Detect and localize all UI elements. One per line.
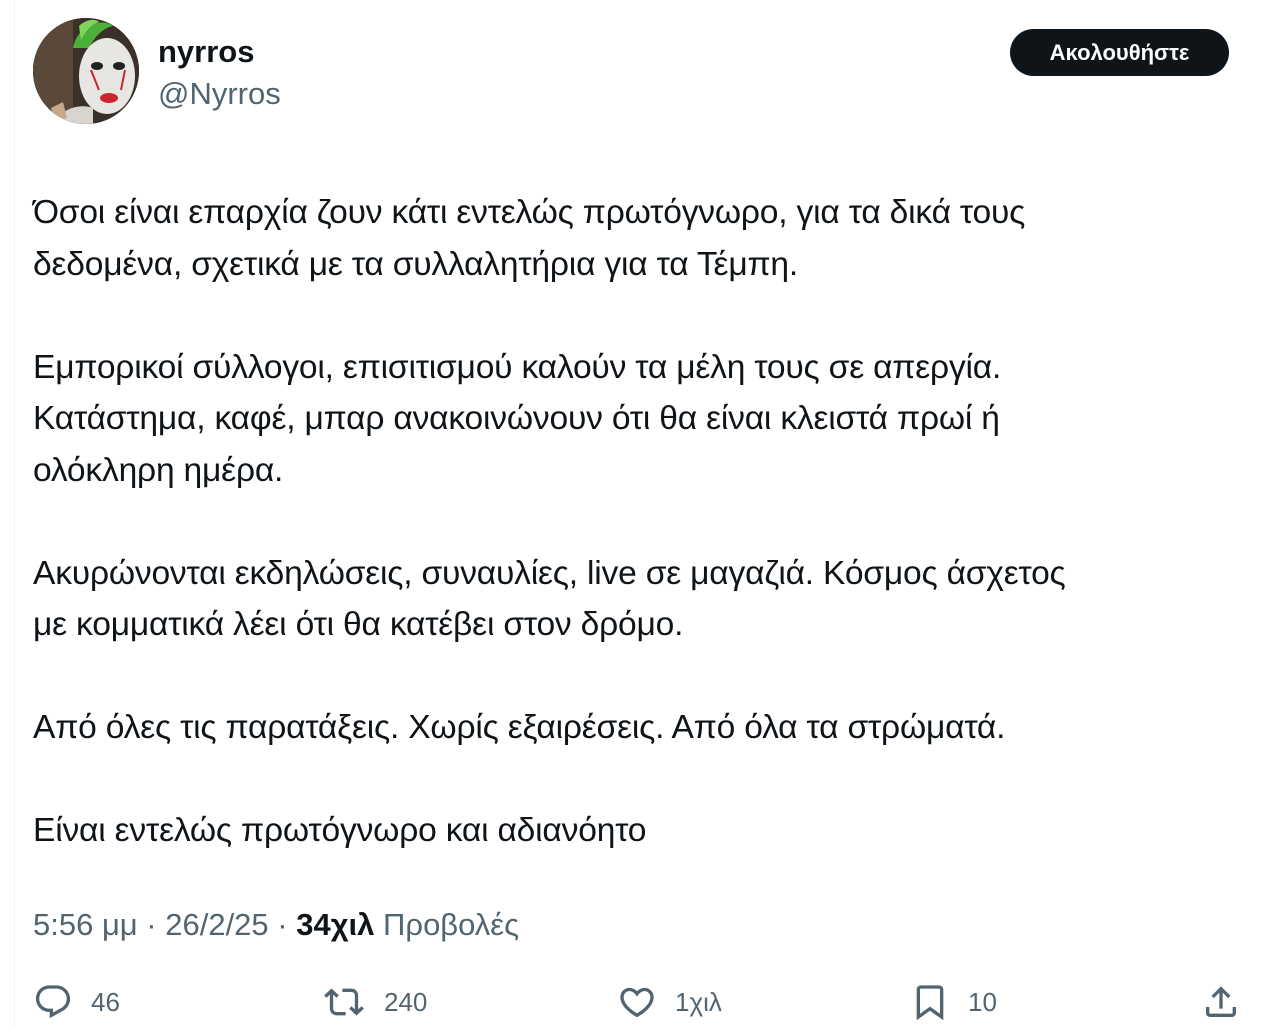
views-label: Προβολές [383,907,520,942]
avatar[interactable] [33,18,139,124]
meta-separator: · [268,907,297,942]
bookmark-count: 10 [968,986,997,1017]
tweet-line: Από όλες τις παρατάξεις. Χωρίς εξαιρέσει… [33,709,1006,746]
bookmark-icon [916,985,944,1021]
tweet-time[interactable]: 5:56 μμ [33,907,138,942]
like-count: 1χιλ [675,986,722,1017]
tweet-line: ολόκληρη ημέρα. [33,451,284,489]
author-display-name[interactable]: nyrros [158,32,254,72]
reply-icon [35,985,71,1019]
share-icon [1206,986,1236,1017]
tweet-line: Κατάστημα, καφέ, μπαρ ανακοινώνουν ότι θ… [33,400,1000,437]
tweet-line: Ακυρώνονται εκδηλώσεις, συναυλίες, live … [33,554,1066,592]
tweet-line: Είναι εντελώς πρωτόγνωρο και αδιανόητο [33,812,647,849]
tweet-line: Εμπορικοί σύλλογοι, επισιτισμού καλούν τ… [33,348,1002,386]
left-border-divider [14,0,15,1027]
like-button[interactable]: 1χιλ [617,978,722,1026]
share-button[interactable] [1201,978,1241,1026]
repost-count: 240 [384,986,428,1017]
tweet-line: με κομματικά λέει ότι θα κατέβει στον δρ… [33,606,684,643]
meta-separator: · [137,907,166,942]
tweet-date[interactable]: 26/2/25 [165,907,268,942]
author-handle[interactable]: @Nyrros [158,74,281,114]
views-count: 34χιλ [296,907,375,942]
reply-button[interactable]: 46 [33,978,120,1026]
follow-button[interactable]: Ακολουθήστε [1010,29,1229,76]
tweet-meta: 5:56 μμ · 26/2/25 · 34χιλ Προβολές [33,903,519,947]
repost-icon [324,988,364,1016]
avatar-image [33,18,139,124]
tweet-text: Όσοι είναι επαρχία ζουν κάτι εντελώς πρω… [33,187,1248,857]
bookmark-button[interactable]: 10 [910,978,997,1026]
repost-button[interactable]: 240 [322,978,427,1026]
reply-count: 46 [91,986,120,1017]
tweet-line: δεδομένα, σχετικά με τα συλλαλητήρια για… [33,245,799,283]
tweet-line: Όσοι είναι επαρχία ζουν κάτι εντελώς πρω… [33,194,1026,231]
heart-icon [620,987,654,1018]
